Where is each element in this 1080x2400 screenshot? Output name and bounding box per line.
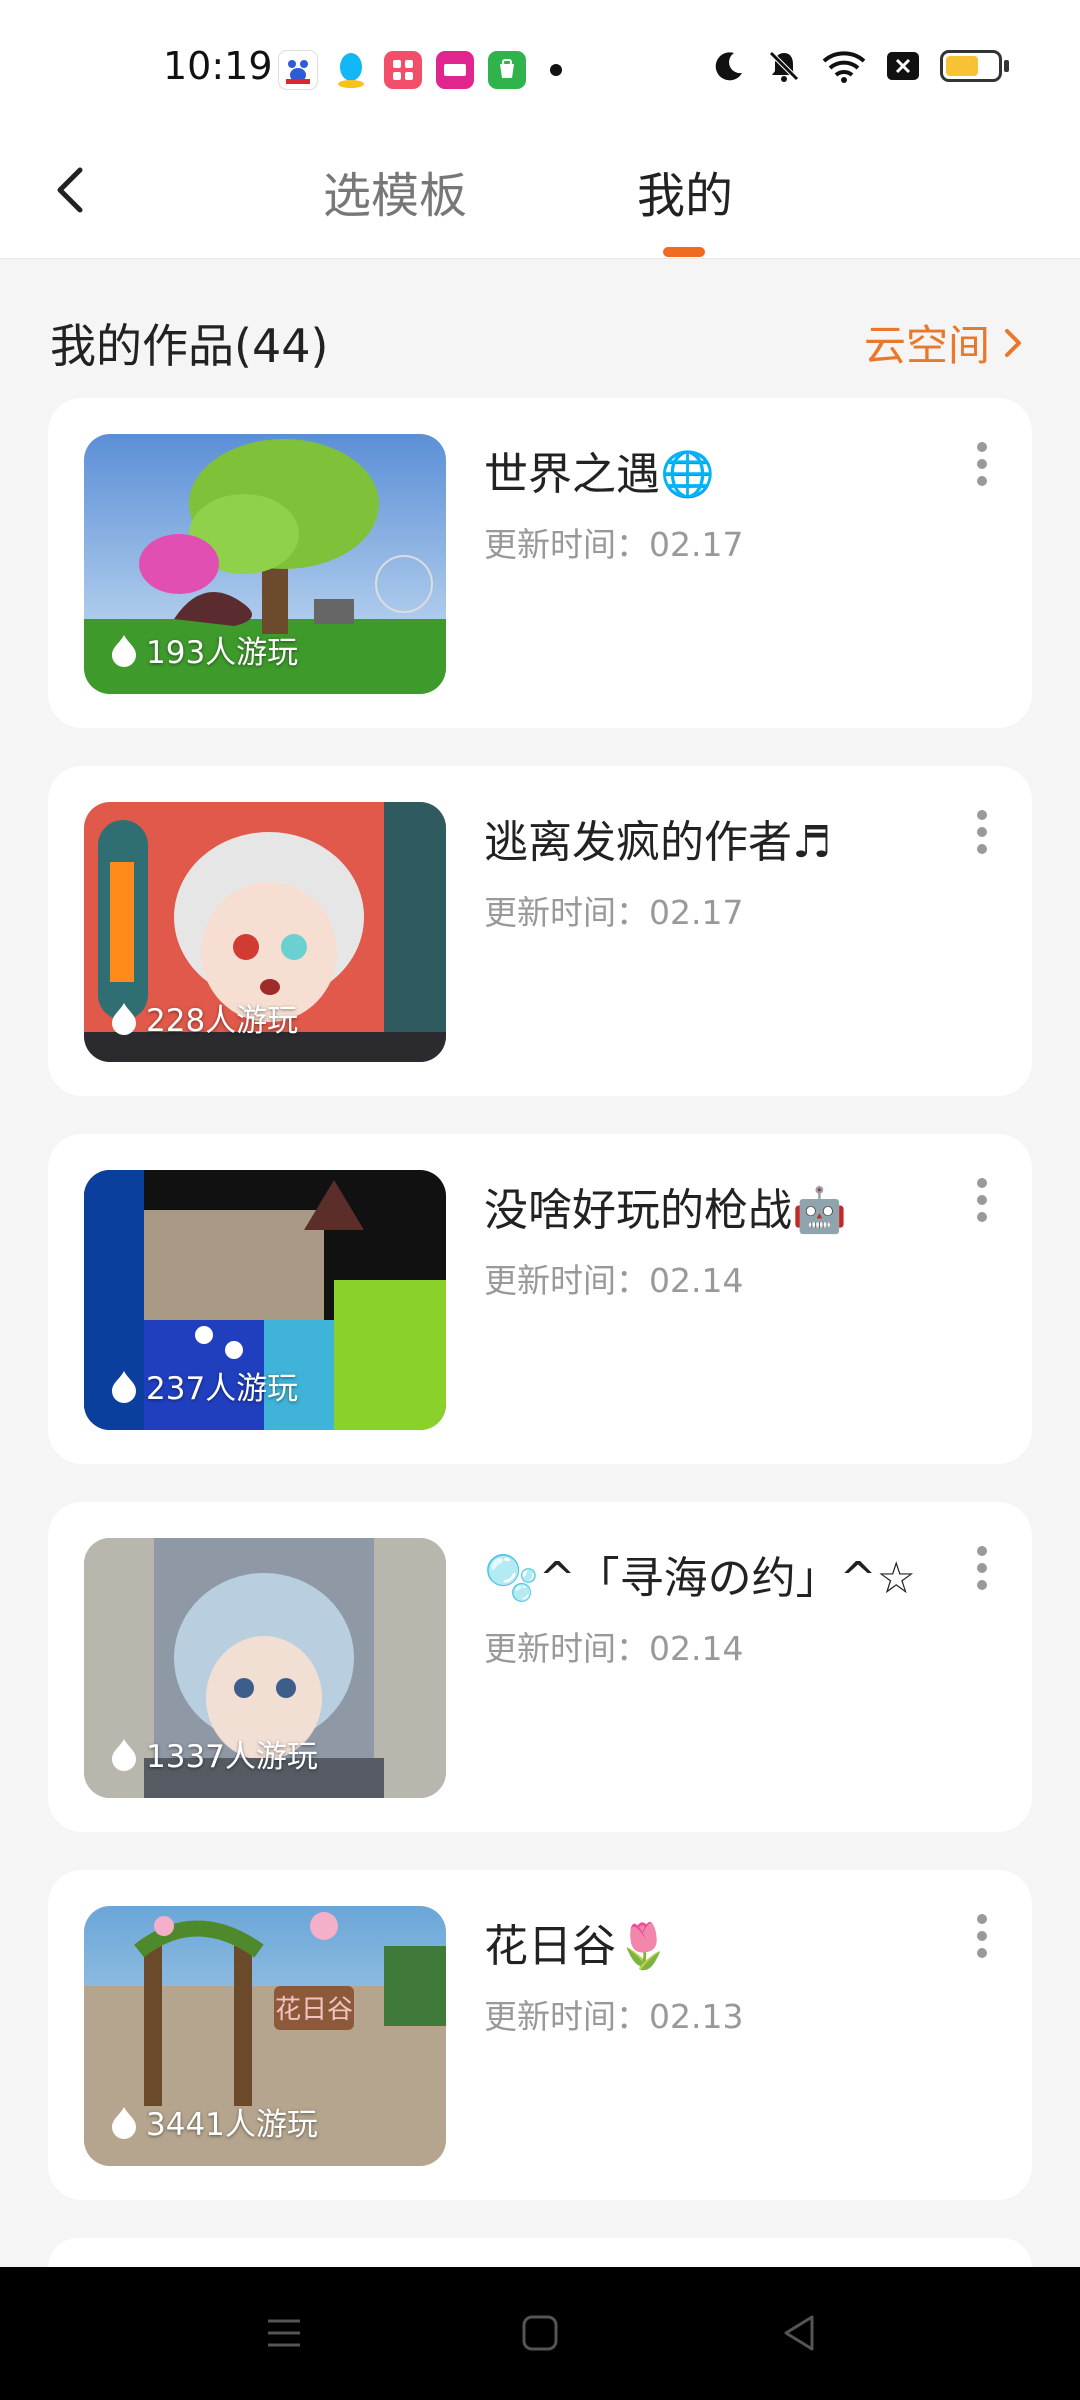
- battery-icon: [940, 50, 1009, 82]
- flame-icon: [112, 1002, 136, 1035]
- my-works-title: 我的作品(44): [50, 319, 329, 373]
- menu-icon[interactable]: [262, 2311, 306, 2355]
- work-update-time: 更新时间：02.17: [484, 525, 744, 564]
- work-thumbnail[interactable]: 193人游玩: [84, 434, 446, 694]
- more-options-icon[interactable]: [972, 810, 992, 860]
- more-options-icon[interactable]: [972, 442, 992, 492]
- more-options-icon[interactable]: [972, 1178, 992, 1228]
- work-title: 世界之遇🌐: [484, 449, 715, 500]
- store-icon: [436, 51, 474, 89]
- plays-count: 1337人游玩: [146, 1739, 318, 1775]
- x-icon: [887, 52, 919, 80]
- work-thumbnail[interactable]: 237人游玩: [84, 1170, 446, 1430]
- plays-badge: 3441人游玩: [110, 2099, 318, 2144]
- work-card[interactable]: 193人游玩 世界之遇🌐 更新时间：02.17: [48, 398, 1032, 728]
- clock: 10:19: [163, 44, 273, 88]
- plays-count: 237人游玩: [146, 1371, 299, 1407]
- plays-badge: 228人游玩: [110, 995, 298, 1040]
- plays-count: 3441人游玩: [146, 2107, 318, 2143]
- mute-icon: [769, 51, 799, 82]
- cloud-space-label: 云空间: [863, 321, 990, 370]
- system-nav-bar: [0, 2267, 1080, 2400]
- cloud-space-link[interactable]: 云空间: [864, 312, 1022, 373]
- work-title: 🫧^「寻海の约」^☆: [484, 1553, 916, 1604]
- top-nav: 选模板 我的: [0, 130, 1080, 259]
- work-update-time: 更新时间：02.14: [484, 1629, 744, 1668]
- moon-icon: [715, 52, 742, 81]
- home-icon[interactable]: [518, 2311, 562, 2355]
- active-tab-indicator: [663, 247, 705, 257]
- work-thumbnail[interactable]: 花日谷 3441人游玩: [84, 1906, 446, 2166]
- plays-badge: 193人游玩: [110, 627, 298, 672]
- wifi-icon: [822, 51, 866, 83]
- work-card[interactable]: 228人游玩 逃离发疯的作者♬ 更新时间：02.17: [48, 766, 1032, 1096]
- work-thumbnail[interactable]: 1337人游玩: [84, 1538, 446, 1798]
- work-title: 没啥好玩的枪战🤖: [484, 1185, 847, 1236]
- work-update-time: 更新时间：02.17: [484, 893, 744, 932]
- tab-mine[interactable]: 我的: [637, 156, 733, 226]
- thumbnail-sign-text: 花日谷: [275, 1995, 353, 2025]
- flame-icon: [112, 634, 136, 667]
- work-update-time: 更新时间：02.13: [484, 1997, 744, 2036]
- plays-badge: 237人游玩: [110, 1363, 298, 1408]
- chevron-right-icon: [1005, 328, 1021, 357]
- more-options-icon[interactable]: [972, 1914, 992, 1964]
- plays-count: 193人游玩: [146, 635, 299, 671]
- more-notifications-dot: [550, 64, 562, 76]
- work-update-time: 更新时间：02.14: [484, 1261, 744, 1300]
- back-triangle-icon[interactable]: [778, 2311, 822, 2355]
- plays-count: 228人游玩: [146, 1003, 299, 1039]
- flame-icon: [112, 2106, 136, 2139]
- wechat-icon: [488, 51, 526, 89]
- app-icon: [384, 51, 422, 89]
- notification-icons: [278, 50, 562, 90]
- tab-templates[interactable]: 选模板: [323, 156, 467, 226]
- baidu-icon: [278, 50, 318, 90]
- work-title: 逃离发疯的作者♬: [484, 817, 832, 868]
- more-options-icon[interactable]: [972, 1546, 992, 1596]
- qq-icon: [332, 51, 370, 89]
- work-thumbnail[interactable]: 228人游玩: [84, 802, 446, 1062]
- back-arrow-icon[interactable]: [42, 160, 102, 220]
- status-bar: 10:19: [0, 0, 1080, 130]
- work-title: 花日谷🌷: [484, 1921, 671, 1972]
- flame-icon: [112, 1370, 136, 1403]
- status-indicators: [712, 48, 1009, 84]
- work-card[interactable]: 1337人游玩 🫧^「寻海の约」^☆ 更新时间：02.14: [48, 1502, 1032, 1832]
- flame-icon: [112, 1738, 136, 1771]
- plays-badge: 1337人游玩: [110, 1731, 318, 1776]
- work-card[interactable]: 花日谷 3441人游玩 花日谷🌷 更新时间：02.13: [48, 1870, 1032, 2200]
- work-card[interactable]: 237人游玩 没啥好玩的枪战🤖 更新时间：02.14: [48, 1134, 1032, 1464]
